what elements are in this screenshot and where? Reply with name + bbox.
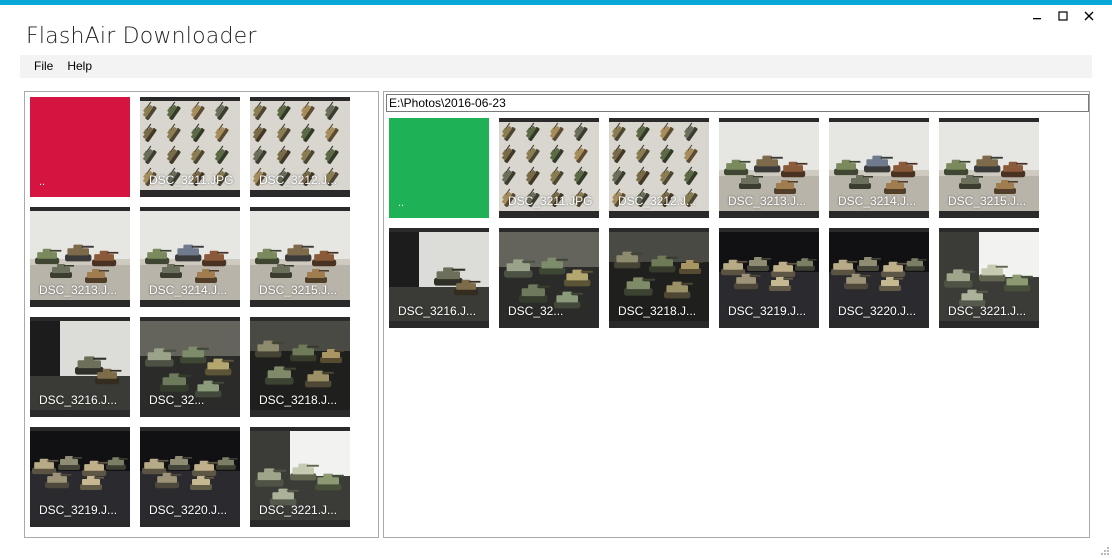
- photo-thumbnail-tile[interactable]: DSC_3219.J...: [719, 228, 819, 328]
- parent-folder-tile[interactable]: ..: [30, 97, 130, 197]
- photo-filename-label: DSC_3218.J...: [259, 393, 338, 407]
- photo-thumbnail-tile[interactable]: DSC_3213.J...: [719, 118, 819, 218]
- menu-file[interactable]: File: [20, 55, 61, 78]
- photo-filename-label: DSC_3220.J...: [838, 304, 917, 318]
- photo-thumbnail-tile[interactable]: DSC_3212.J...: [609, 118, 709, 218]
- photo-thumbnail-tile[interactable]: DSC_3221.J...: [939, 228, 1039, 328]
- photo-thumbnail-tile[interactable]: DSC_32...: [499, 228, 599, 328]
- window-controls: [1024, 8, 1102, 24]
- photo-filename-label: DSC_3218.J...: [618, 304, 697, 318]
- menu-bar: File Help: [20, 55, 1092, 78]
- app-title: FlashAir Downloader: [26, 24, 257, 49]
- photo-thumbnail-tile[interactable]: DSC_3220.J...: [829, 228, 929, 328]
- photo-filename-label: DSC_3211.JPG: [508, 194, 593, 208]
- device-thumbnail-grid: .. DSC_3211.JPG DSC_3212.J... DSC_3213.J…: [30, 97, 350, 527]
- photo-filename-label: DSC_3219.J...: [728, 304, 807, 318]
- photo-filename-label: DSC_32...: [149, 393, 205, 407]
- photo-thumbnail-tile[interactable]: DSC_3221.J...: [250, 427, 350, 527]
- photo-thumbnail-tile[interactable]: DSC_3211.JPG: [140, 97, 240, 197]
- photo-thumbnail-tile[interactable]: DSC_32...: [140, 317, 240, 417]
- photo-filename-label: DSC_3213.J...: [39, 283, 118, 297]
- photo-filename-label: DSC_3215.J...: [259, 283, 338, 297]
- photo-filename-label: DSC_3213.J...: [728, 194, 807, 208]
- parent-folder-label: ..: [398, 197, 405, 209]
- local-folder-panel: E:\Photos\2016-06-23 .. DSC_3211.JPG DSC…: [383, 91, 1090, 538]
- photo-thumbnail-tile[interactable]: DSC_3220.J...: [140, 427, 240, 527]
- title-accent-bar: [0, 0, 1112, 5]
- photo-thumbnail-tile[interactable]: DSC_3216.J...: [30, 317, 130, 417]
- photo-thumbnail-tile[interactable]: DSC_3215.J...: [939, 118, 1039, 218]
- photo-thumbnail-tile[interactable]: DSC_3218.J...: [609, 228, 709, 328]
- close-button[interactable]: [1076, 8, 1102, 24]
- minimize-button[interactable]: [1024, 8, 1050, 24]
- photo-thumbnail-tile[interactable]: DSC_3213.J...: [30, 207, 130, 307]
- photo-filename-label: DSC_3214.J...: [838, 194, 917, 208]
- parent-folder-label: ..: [39, 176, 46, 188]
- maximize-button[interactable]: [1050, 8, 1076, 24]
- photo-filename-label: DSC_3219.J...: [39, 503, 118, 517]
- photo-filename-label: DSC_3221.J...: [948, 304, 1027, 318]
- photo-filename-label: DSC_3220.J...: [149, 503, 228, 517]
- photo-thumbnail-tile[interactable]: DSC_3216.J...: [389, 228, 489, 328]
- local-thumbnail-grid: .. DSC_3211.JPG DSC_3212.J... DSC_3213.J…: [389, 118, 1039, 328]
- photo-thumbnail-tile[interactable]: DSC_3211.JPG: [499, 118, 599, 218]
- photo-filename-label: DSC_3212.J...: [259, 173, 338, 187]
- photo-thumbnail-tile[interactable]: DSC_3215.J...: [250, 207, 350, 307]
- photo-filename-label: DSC_3215.J...: [948, 194, 1027, 208]
- menu-help[interactable]: Help: [61, 55, 100, 78]
- photo-thumbnail-tile[interactable]: DSC_3214.J...: [829, 118, 929, 218]
- maximize-icon: [1058, 11, 1068, 21]
- photo-thumbnail-tile[interactable]: DSC_3218.J...: [250, 317, 350, 417]
- close-icon: [1084, 11, 1094, 21]
- folder-path-input[interactable]: E:\Photos\2016-06-23: [386, 94, 1089, 112]
- device-file-panel: .. DSC_3211.JPG DSC_3212.J... DSC_3213.J…: [24, 91, 379, 538]
- photo-thumbnail-tile[interactable]: DSC_3214.J...: [140, 207, 240, 307]
- resize-grip-icon[interactable]: [1100, 546, 1110, 556]
- photo-filename-label: DSC_3211.JPG: [149, 173, 234, 187]
- photo-filename-label: DSC_32...: [508, 304, 564, 318]
- photo-thumbnail-tile[interactable]: DSC_3212.J...: [250, 97, 350, 197]
- minimize-icon: [1033, 18, 1041, 20]
- photo-filename-label: DSC_3214.J...: [149, 283, 228, 297]
- photo-filename-label: DSC_3212.J...: [618, 194, 697, 208]
- photo-thumbnail-tile[interactable]: DSC_3219.J...: [30, 427, 130, 527]
- parent-folder-tile[interactable]: ..: [389, 118, 489, 218]
- photo-filename-label: DSC_3216.J...: [398, 304, 477, 318]
- app-window: FlashAir Downloader File Help .. DSC_321…: [0, 0, 1112, 558]
- photo-filename-label: DSC_3216.J...: [39, 393, 118, 407]
- photo-filename-label: DSC_3221.J...: [259, 503, 338, 517]
